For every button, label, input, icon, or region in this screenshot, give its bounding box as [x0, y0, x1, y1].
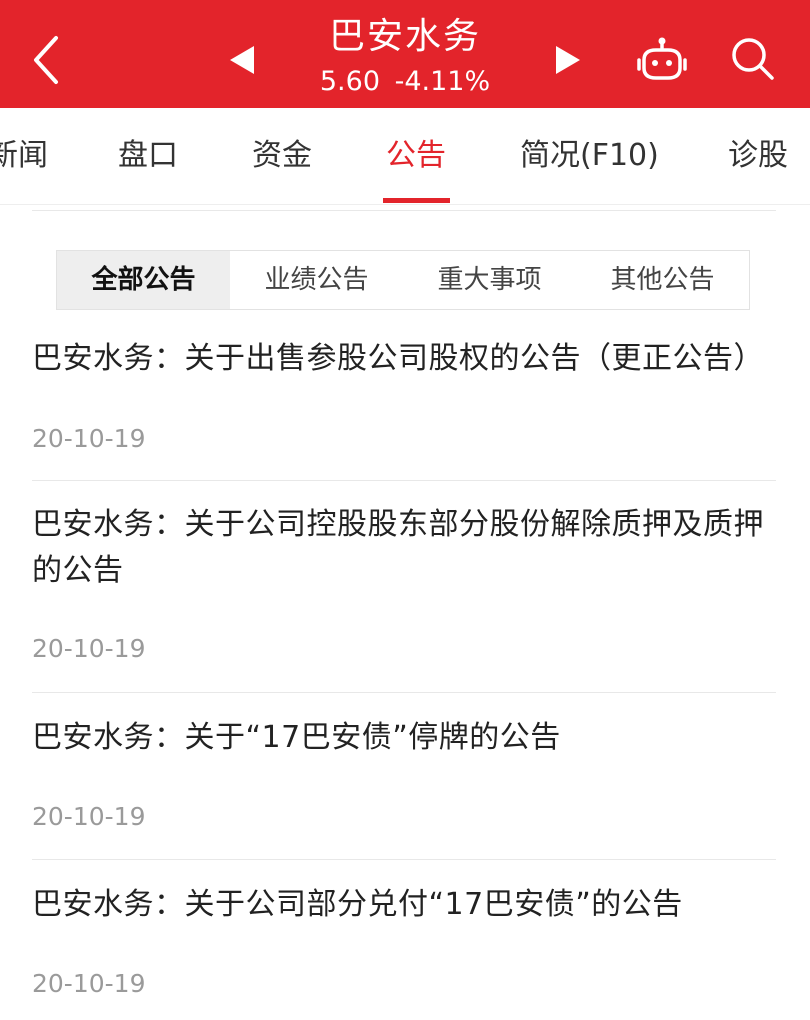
stock-name: 巴安水务 — [328, 16, 481, 57]
back-arrow-icon — [34, 36, 58, 84]
tab-funds[interactable]: 资金 — [252, 108, 312, 204]
tab-announcements[interactable]: 公告 — [386, 108, 446, 204]
announcement-title: 巴安水务：关于出售参股公司股权的公告（更正公告） — [32, 341, 764, 376]
tab-diagnosis[interactable]: 诊股 — [728, 108, 788, 204]
filter-all-announcements[interactable]: 全部公告 — [57, 251, 230, 309]
back-button[interactable] — [22, 28, 72, 88]
search-icon — [732, 38, 774, 80]
announcement-title: 巴安水务：关于公司部分兑付“17巴安债”的公告 — [32, 887, 683, 922]
announcement-filter: 全部公告 业绩公告 重大事项 其他公告 — [56, 250, 750, 310]
announcement-item[interactable]: 巴安水务：关于“17巴安债”停牌的公告 20-10-19 — [32, 715, 776, 855]
tab-order-book[interactable]: 盘口 — [118, 108, 178, 204]
announcement-item[interactable]: 巴安水务：关于公司控股股东部分股份解除质押及质押的公告 20-10-19 — [32, 502, 776, 687]
announcement-date: 20-10-19 — [32, 634, 146, 663]
list-divider — [32, 480, 776, 481]
next-stock-button[interactable] — [548, 40, 588, 80]
next-triangle-icon — [556, 46, 580, 74]
top-header: 巴安水务 5.60 -4.11% — [0, 0, 810, 108]
active-tab-indicator — [383, 198, 450, 203]
announcement-date: 20-10-19 — [32, 969, 146, 998]
announcement-title: 巴安水务：关于“17巴安债”停牌的公告 — [32, 720, 561, 755]
divider — [32, 210, 776, 211]
filter-major-events[interactable]: 重大事项 — [403, 251, 576, 309]
filter-earnings-announcements[interactable]: 业绩公告 — [230, 251, 403, 309]
announcement-date: 20-10-19 — [32, 802, 146, 831]
announcement-item[interactable]: 巴安水务：关于出售参股公司股权的公告（更正公告） 20-10-19 — [32, 336, 776, 476]
announcement-date: 20-10-19 — [32, 424, 146, 453]
stock-change-percent: -4.11% — [394, 66, 491, 97]
stock-tab-bar: 新闻 盘口 资金 公告 简况(F10) 诊股 — [0, 108, 810, 205]
tab-profile-f10[interactable]: 简况(F10) — [520, 108, 659, 204]
announcement-title: 巴安水务：关于公司控股股东部分股份解除质押及质押的公告 — [32, 507, 764, 588]
filter-other-announcements[interactable]: 其他公告 — [576, 251, 749, 309]
robot-assistant-button[interactable] — [636, 36, 688, 86]
robot-icon — [637, 37, 687, 80]
stock-price: 5.60 — [319, 66, 380, 97]
stock-quote: 5.60 -4.11% — [255, 64, 555, 100]
announcement-item[interactable]: 巴安水务：关于公司部分兑付“17巴安债”的公告 20-10-19 — [32, 882, 776, 1020]
list-divider — [32, 859, 776, 860]
search-button[interactable] — [728, 34, 778, 84]
list-divider — [32, 692, 776, 693]
tab-news[interactable]: 新闻 — [0, 108, 48, 204]
